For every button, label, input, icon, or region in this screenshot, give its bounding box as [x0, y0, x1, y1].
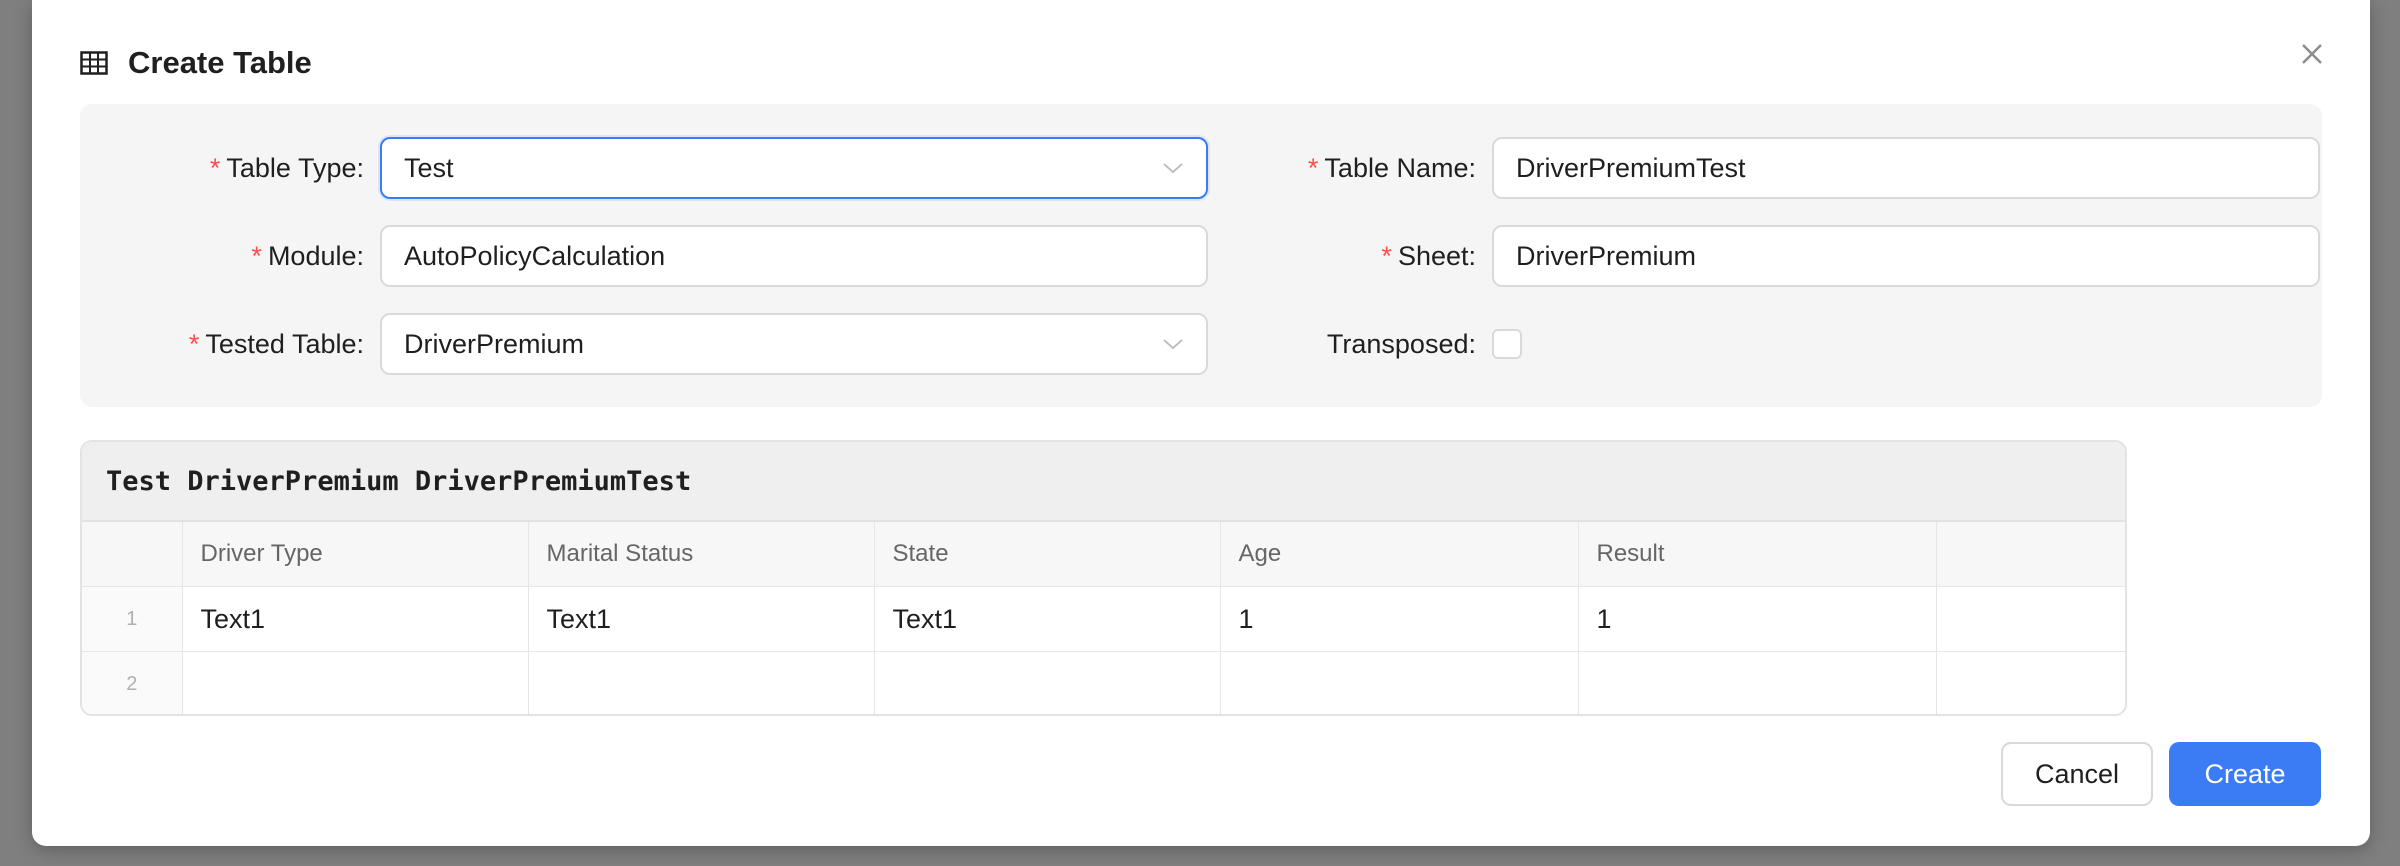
column-header[interactable]: [1936, 522, 2125, 587]
required-marker: *: [188, 328, 200, 359]
table-preview: Test DriverPremium DriverPremiumTest Dri…: [80, 440, 2127, 716]
create-button[interactable]: Create: [2169, 742, 2321, 806]
table-cell[interactable]: Text1: [182, 586, 529, 652]
table-form: * Table Type: Test * Table Name: DriverPre…: [80, 104, 2322, 407]
row-number: 1: [82, 586, 183, 652]
module-label-text: Module:: [267, 240, 364, 271]
table-cell[interactable]: 1: [1220, 586, 1579, 652]
table-name-label-text: Table Name:: [1324, 152, 1476, 183]
table-type-value: Test: [404, 152, 454, 183]
tested-table-label-text: Tested Table:: [205, 328, 364, 359]
module-field: * Module: AutoPolicyCalculation: [80, 225, 1208, 287]
required-marker: *: [1307, 152, 1319, 183]
tested-table-label: * Tested Table:: [80, 329, 364, 360]
table-cell[interactable]: [1936, 586, 2125, 652]
column-header[interactable]: Marital Status: [528, 522, 875, 587]
chevron-down-icon: [1163, 163, 1183, 174]
column-header[interactable]: Age: [1220, 522, 1579, 587]
module-label: * Module:: [80, 241, 364, 272]
sheet-input[interactable]: DriverPremium: [1492, 225, 2320, 287]
table-type-label: * Table Type:: [80, 153, 364, 184]
table-name-value: DriverPremiumTest: [1516, 152, 1746, 183]
transposed-field: Transposed:: [1192, 313, 1522, 375]
module-input[interactable]: AutoPolicyCalculation: [380, 225, 1208, 287]
table-type-label-text: Table Type:: [226, 152, 364, 183]
table-type-field: * Table Type: Test: [80, 137, 1208, 199]
transposed-checkbox[interactable]: [1492, 329, 1522, 359]
table-name-field: * Table Name: DriverPremiumTest: [1192, 137, 2320, 199]
table-cell[interactable]: [1578, 651, 1937, 714]
table-cell[interactable]: [874, 651, 1221, 714]
table-cell[interactable]: [528, 651, 875, 714]
table-cell[interactable]: [1220, 651, 1579, 714]
table-row: 2: [82, 651, 2125, 715]
table-cell[interactable]: Text1: [874, 586, 1221, 652]
dialog-title: Create Table: [128, 45, 312, 80]
required-marker: *: [1381, 240, 1392, 271]
transposed-label: Transposed:: [1326, 328, 1476, 359]
cancel-button[interactable]: Cancel: [2001, 742, 2153, 806]
sheet-label: * Sheet:: [1192, 241, 1476, 272]
preview-title: Test DriverPremium DriverPremiumTest: [82, 442, 2125, 522]
preview-grid: Driver Type Marital Status State Age Res…: [82, 522, 2125, 715]
row-number: 2: [82, 651, 183, 714]
column-header[interactable]: Driver Type: [182, 522, 529, 587]
close-icon[interactable]: [2294, 36, 2330, 72]
dialog-header: Create Table: [80, 45, 312, 81]
required-marker: *: [251, 240, 262, 271]
sheet-field: * Sheet: DriverPremium: [1192, 225, 2320, 287]
table-name-input[interactable]: DriverPremiumTest: [1492, 137, 2320, 199]
table-name-label: * Table Name:: [1192, 153, 1476, 184]
chevron-down-icon: [1163, 339, 1183, 350]
required-marker: *: [209, 152, 221, 183]
table-cell[interactable]: Text1: [528, 586, 875, 652]
header-row: Driver Type Marital Status State Age Res…: [82, 522, 2125, 587]
table-icon: [80, 51, 108, 75]
module-value: AutoPolicyCalculation: [404, 240, 666, 271]
corner-cell: [82, 522, 183, 587]
table-row: 1 Text1 Text1 Text1 1 1: [82, 586, 2125, 652]
create-table-dialog: Create Table * Table Type: Test * Table Na…: [32, 0, 2370, 846]
tested-table-field: * Tested Table: DriverPremium: [80, 313, 1208, 375]
column-header[interactable]: Result: [1578, 522, 1937, 587]
sheet-value: DriverPremium: [1516, 240, 1697, 271]
sheet-label-text: Sheet:: [1397, 240, 1476, 271]
column-header[interactable]: State: [874, 522, 1221, 587]
tested-table-select[interactable]: DriverPremium: [380, 313, 1208, 375]
table-cell[interactable]: [182, 651, 529, 714]
table-type-select[interactable]: Test: [380, 137, 1208, 199]
table-cell[interactable]: 1: [1578, 586, 1937, 652]
table-cell[interactable]: [1936, 652, 2125, 715]
tested-table-value: DriverPremium: [404, 328, 585, 359]
